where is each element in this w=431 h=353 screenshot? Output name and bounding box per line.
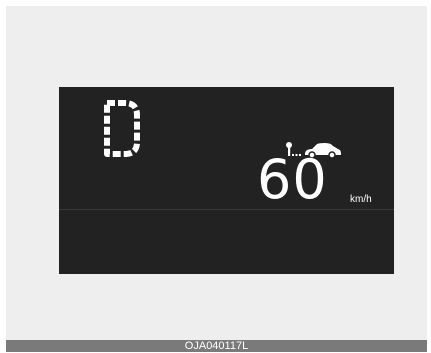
gear-indicator: D <box>99 93 151 163</box>
figure-frame: D 60 km/h <box>6 6 427 340</box>
display-divider <box>59 209 394 210</box>
gear-d-glyph <box>104 100 140 157</box>
speed-unit: km/h <box>350 194 372 205</box>
figure-code: OJA040117L <box>184 340 249 352</box>
speed-readout: 60 <box>257 148 328 211</box>
caption-bar: OJA040117L <box>6 340 427 352</box>
instrument-cluster-display: D 60 km/h <box>59 87 394 274</box>
